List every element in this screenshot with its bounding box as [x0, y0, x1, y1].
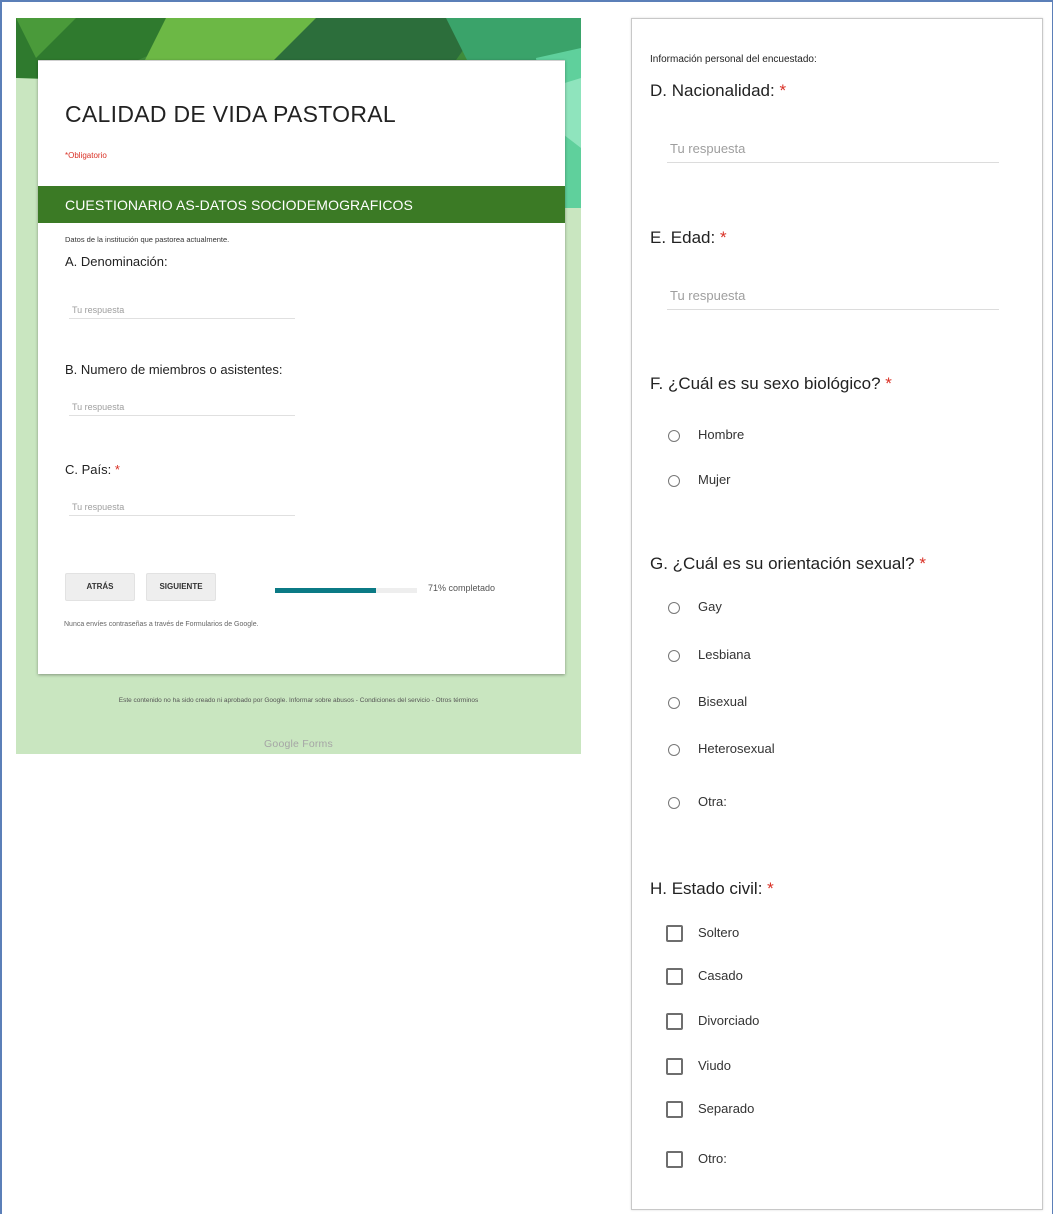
required-asterisk: *	[114, 462, 120, 477]
question-label: B. Numero de miembros o asistentes:	[65, 362, 283, 377]
password-warning: Nunca envíes contraseñas a través de For…	[64, 621, 259, 628]
option-label: Mujer	[698, 472, 731, 487]
form-page-left: CALIDAD DE VIDA PASTORAL *Obligatorio CU…	[16, 18, 581, 754]
question-label: H. Estado civil:	[650, 879, 763, 898]
radio-button[interactable]	[668, 744, 680, 756]
option-label: Separado	[698, 1101, 755, 1116]
radio-button[interactable]	[668, 475, 680, 487]
google-forms-logo: Google Forms	[264, 738, 333, 750]
question-edad: E. Edad: *	[650, 228, 727, 248]
option-label: Bisexual	[698, 694, 748, 709]
question-pais: C. País: *	[65, 462, 120, 477]
question-nacionalidad: D. Nacionalidad: *	[650, 81, 786, 101]
checkbox[interactable]	[666, 1058, 683, 1075]
back-button[interactable]: ATRÁS	[65, 573, 135, 601]
edad-input[interactable]: Tu respuesta	[667, 288, 999, 310]
option-label: Hombre	[698, 427, 745, 442]
required-asterisk: *	[767, 879, 774, 898]
required-asterisk: *	[719, 228, 727, 247]
pais-input[interactable]: Tu respuesta	[69, 498, 295, 516]
footer-disclaimer[interactable]: Este contenido no ha sido creado ni apro…	[46, 696, 551, 705]
required-asterisk: *	[885, 374, 892, 393]
section-description: Datos de la institución que pastorea act…	[65, 235, 230, 244]
option-label: Otro:	[698, 1151, 727, 1166]
checkbox[interactable]	[666, 1013, 683, 1030]
checkbox[interactable]	[666, 925, 683, 942]
nacionalidad-input[interactable]: Tu respuesta	[667, 141, 999, 163]
option-label: Viudo	[698, 1058, 732, 1073]
question-estado-civil: H. Estado civil: *	[650, 879, 774, 899]
section-header: CUESTIONARIO AS-DATOS SOCIODEMOGRAFICOS	[38, 186, 565, 223]
radio-button[interactable]	[668, 797, 680, 809]
progress-bar	[275, 588, 417, 593]
question-label: E. Edad:	[650, 228, 716, 247]
question-label: D. Nacionalidad:	[650, 81, 775, 100]
radio-button[interactable]	[668, 650, 680, 662]
question-label: F. ¿Cuál es su sexo biológico?	[650, 374, 881, 393]
radio-button[interactable]	[668, 430, 680, 442]
question-orientacion: G. ¿Cuál es su orientación sexual? *	[650, 554, 926, 574]
option-label: Otra:	[698, 794, 727, 809]
denominacion-input[interactable]: Tu respuesta	[69, 301, 295, 319]
section-title: CUESTIONARIO AS-DATOS SOCIODEMOGRAFICOS	[65, 197, 413, 213]
required-asterisk: *	[919, 554, 926, 573]
checkbox[interactable]	[666, 1151, 683, 1168]
required-asterisk: *	[779, 81, 787, 100]
option-label: Lesbiana	[698, 647, 751, 662]
progress-bar-fill	[275, 588, 376, 593]
form-card: CALIDAD DE VIDA PASTORAL *Obligatorio CU…	[38, 60, 565, 674]
option-label: Heterosexual	[698, 741, 775, 756]
question-miembros: B. Numero de miembros o asistentes:	[65, 362, 282, 377]
miembros-input[interactable]: Tu respuesta	[69, 398, 295, 416]
radio-button[interactable]	[668, 602, 680, 614]
option-label: Soltero	[698, 925, 740, 940]
question-label: C. País:	[65, 462, 112, 477]
question-label: G. ¿Cuál es su orientación sexual?	[650, 554, 915, 573]
checkbox[interactable]	[666, 968, 683, 985]
required-note: *Obligatorio	[65, 151, 107, 160]
option-label: Gay	[698, 599, 722, 614]
form-page-right: Información personal del encuestado: D. …	[631, 18, 1043, 1210]
radio-button[interactable]	[668, 697, 680, 709]
section-description: Información personal del encuestado:	[650, 54, 817, 65]
option-label: Casado	[698, 968, 743, 983]
progress-text: 71% completado	[428, 583, 496, 593]
next-button[interactable]: SIGUIENTE	[146, 573, 216, 601]
question-denominacion: A. Denominación:	[65, 254, 168, 269]
question-label: A. Denominación:	[65, 254, 168, 269]
checkbox[interactable]	[666, 1101, 683, 1118]
question-sexo: F. ¿Cuál es su sexo biológico? *	[650, 374, 892, 394]
form-title: CALIDAD DE VIDA PASTORAL	[65, 101, 397, 127]
option-label: Divorciado	[698, 1013, 760, 1028]
